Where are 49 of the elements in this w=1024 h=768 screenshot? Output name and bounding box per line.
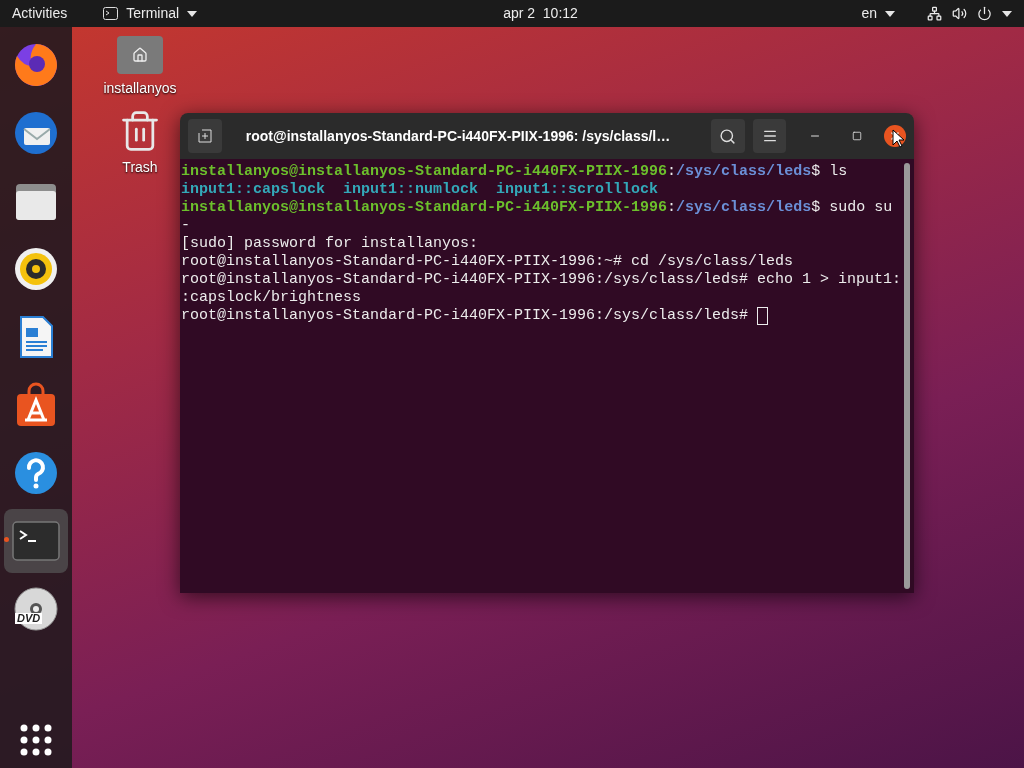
terminal-text: :capslock/brightness [181, 289, 362, 307]
new-tab-button[interactable] [188, 119, 222, 153]
terminal-text: - [181, 217, 190, 235]
terminal-text: input1::scrolllock [496, 181, 659, 199]
caret-icon [1002, 10, 1012, 17]
terminal-text: : [667, 199, 677, 217]
terminal-text: /sys/class/leds [676, 199, 812, 217]
caret-icon [885, 10, 895, 17]
text-cursor [757, 307, 769, 325]
system-menu[interactable] [927, 6, 1012, 21]
dock-item[interactable]: DVD [4, 577, 68, 641]
activities-button[interactable]: Activities [12, 3, 68, 24]
disc-label: DVD [15, 613, 43, 624]
volume-icon [952, 6, 967, 21]
power-icon [977, 6, 992, 21]
new-tab-icon [197, 129, 212, 143]
menu-icon [761, 128, 778, 144]
terminal-icon [103, 7, 119, 20]
home-folder-icon [117, 36, 163, 74]
terminal-icon [12, 521, 60, 561]
terminal-text: root@installanyos-Standard-PC-i440FX-PIIX-1996:/sys/class/leds# echo 1 > input1: [181, 271, 902, 289]
window-title: root@installanyos-Standard-PC-i440FX-PIIX-1996: /sys/class/l… [245, 126, 672, 146]
speaker-icon [13, 246, 59, 292]
terminal-text: input1::numlock [343, 181, 479, 199]
terminal-text: input1::capslock [181, 181, 326, 199]
terminal-text: [sudo] password for installanyos: [181, 235, 479, 253]
search-button[interactable] [710, 119, 745, 153]
app-grid-icon[interactable] [20, 724, 52, 756]
menu-button[interactable] [752, 119, 787, 153]
terminal-text: /sys/class/leds [676, 163, 812, 181]
desktop-icon-label[interactable]: installanyos [103, 78, 177, 99]
terminal-text: root@installanyos-Standard-PC-i440FX-PIIX-1996:/sys/class/leds# [181, 307, 750, 325]
terminal-text: $ sudo su [811, 199, 893, 217]
app-menu[interactable]: Terminal [103, 3, 198, 24]
network-icon [927, 6, 942, 21]
terminal-text: root@installanyos-Standard-PC-i440FX-PIIX-1996:~# cd /sys/class/leds [181, 253, 794, 271]
search-icon [719, 127, 737, 145]
caret-icon [187, 10, 198, 17]
clock[interactable]: apr 2 10:12 [503, 3, 578, 24]
mouse-pointer-icon [892, 129, 904, 148]
maximize-icon [852, 131, 863, 141]
scrollbar[interactable] [904, 163, 910, 589]
terminal-text: installanyos@installanyos-Standard-PC-i440FX-PIIX-1996 [181, 163, 668, 181]
terminal-text: installanyos@installanyos-Standard-PC-i440FX-PIIX-1996 [181, 199, 668, 217]
question-mark-icon [13, 450, 59, 496]
terminal-text: : [667, 163, 677, 181]
desktop-icon-label[interactable]: Trash [122, 157, 158, 178]
input-source-menu[interactable]: en [861, 3, 895, 24]
terminal-text: $ ls [811, 163, 848, 181]
